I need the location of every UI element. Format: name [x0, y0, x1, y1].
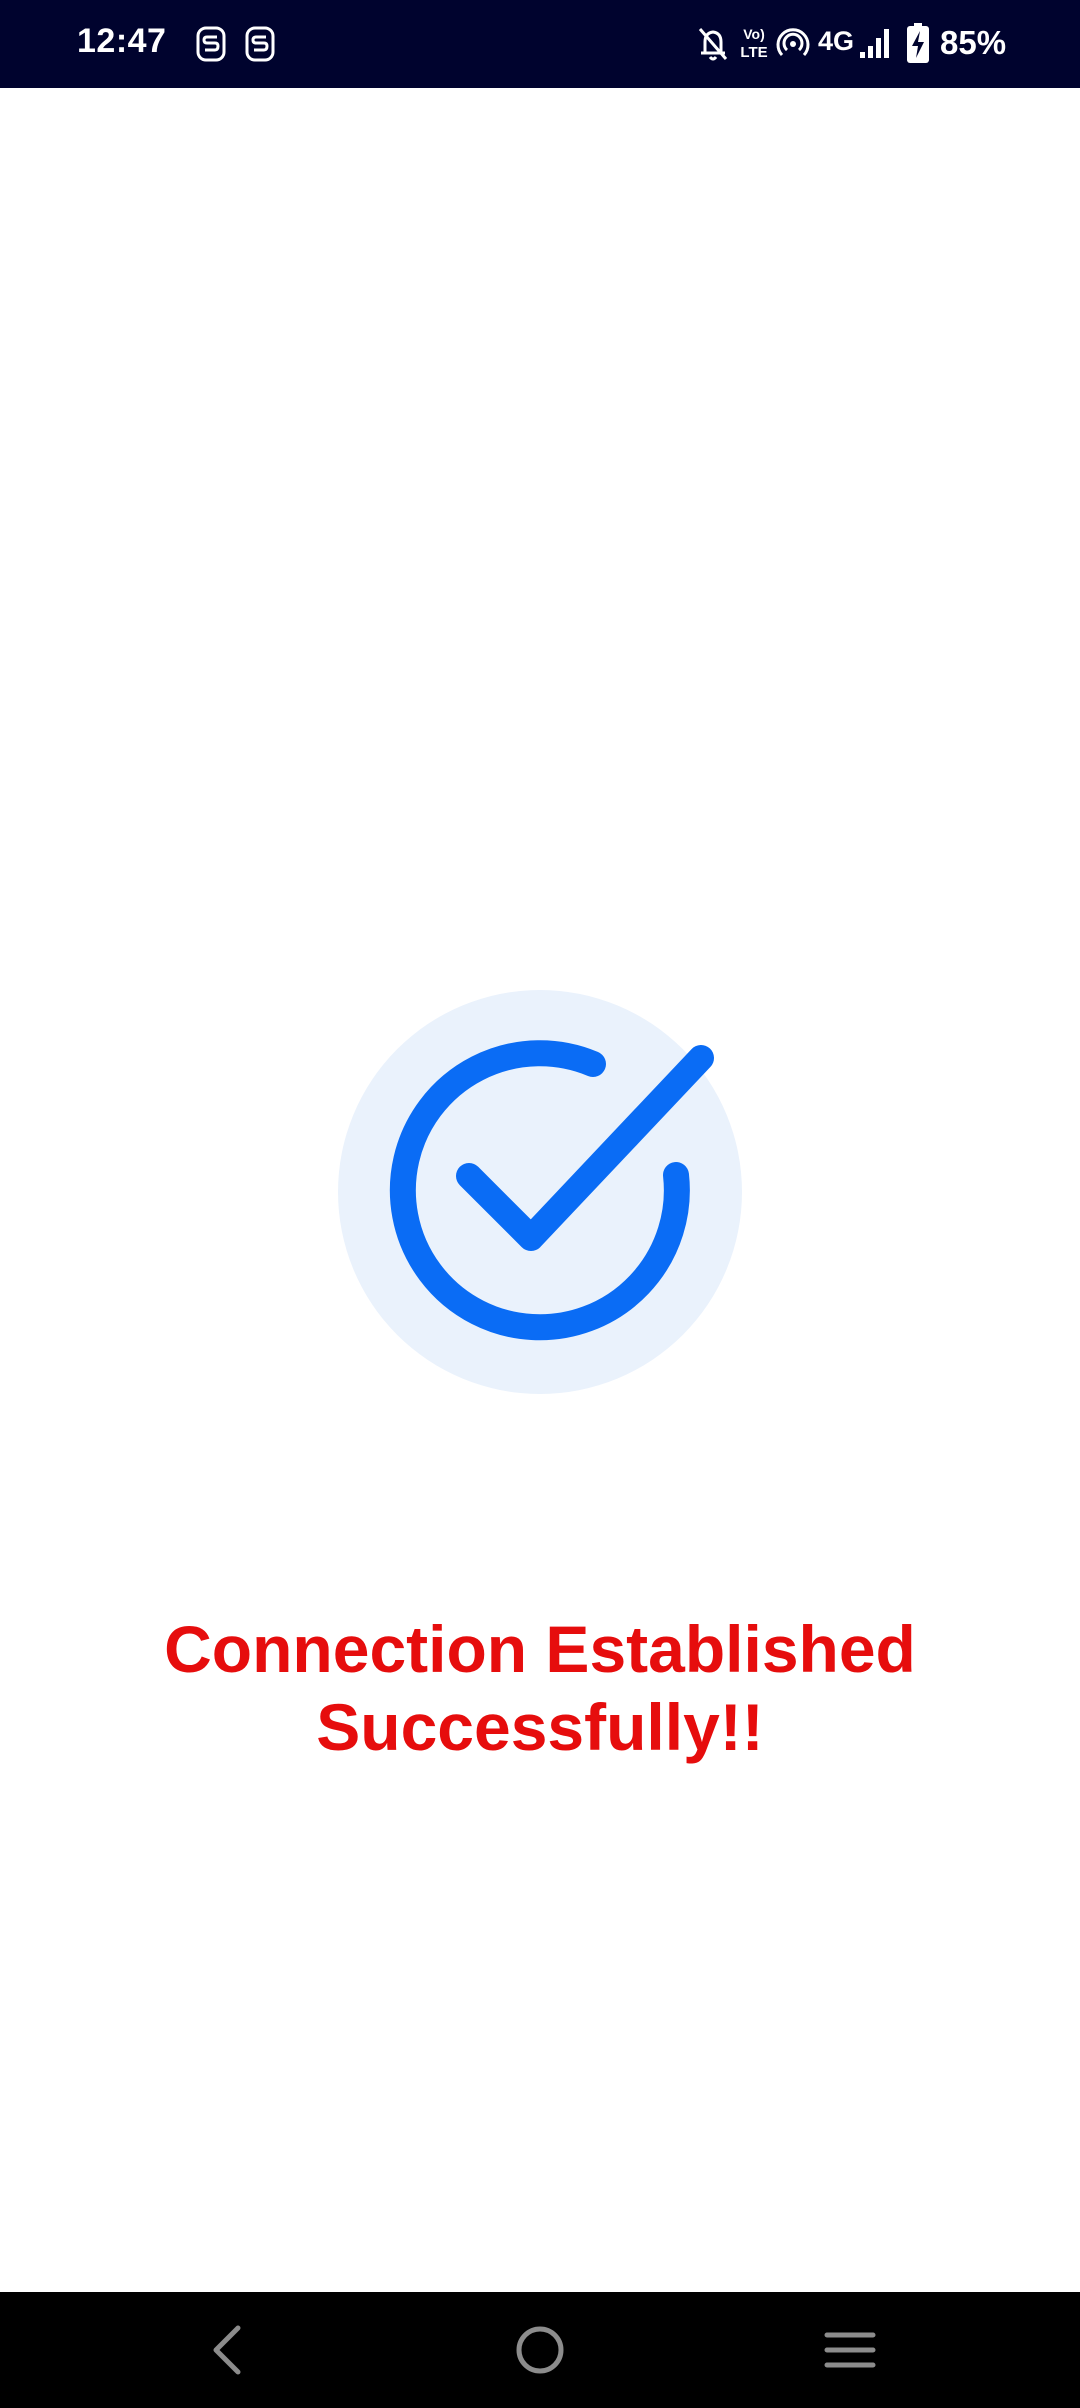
signal-icon: [860, 29, 889, 58]
notification-s-icon: [245, 26, 275, 62]
success-screen: 12:47 Vo) LTE 4G 85% Connection Establis…: [0, 0, 1080, 2408]
success-badge: [338, 990, 742, 1394]
nav-recents-button[interactable]: [790, 2292, 910, 2408]
network-type: 4G: [818, 26, 855, 56]
svg-text:LTE: LTE: [740, 44, 767, 61]
battery-charging-icon: [907, 23, 929, 63]
status-time: 12:47: [77, 22, 167, 60]
recents-menu-icon: [824, 2332, 876, 2368]
check-circle-icon: [338, 990, 742, 1394]
back-icon: [213, 2325, 241, 2375]
battery-percent: 85%: [940, 24, 1007, 61]
hotspot-icon: [776, 28, 810, 57]
status-bar: 12:47 Vo) LTE 4G 85%: [0, 0, 1080, 88]
success-message: Connection Established Successfully!!: [164, 1612, 916, 1764]
navigation-bar: [0, 2292, 1080, 2408]
bell-off-icon: [698, 28, 728, 61]
nav-home-button[interactable]: [480, 2292, 600, 2408]
nav-back-button[interactable]: [168, 2292, 288, 2408]
notification-s-icon: [196, 26, 226, 62]
volte-icon: Vo) LTE: [740, 26, 767, 61]
home-icon: [516, 2326, 564, 2374]
svg-text:Vo): Vo): [743, 26, 765, 42]
